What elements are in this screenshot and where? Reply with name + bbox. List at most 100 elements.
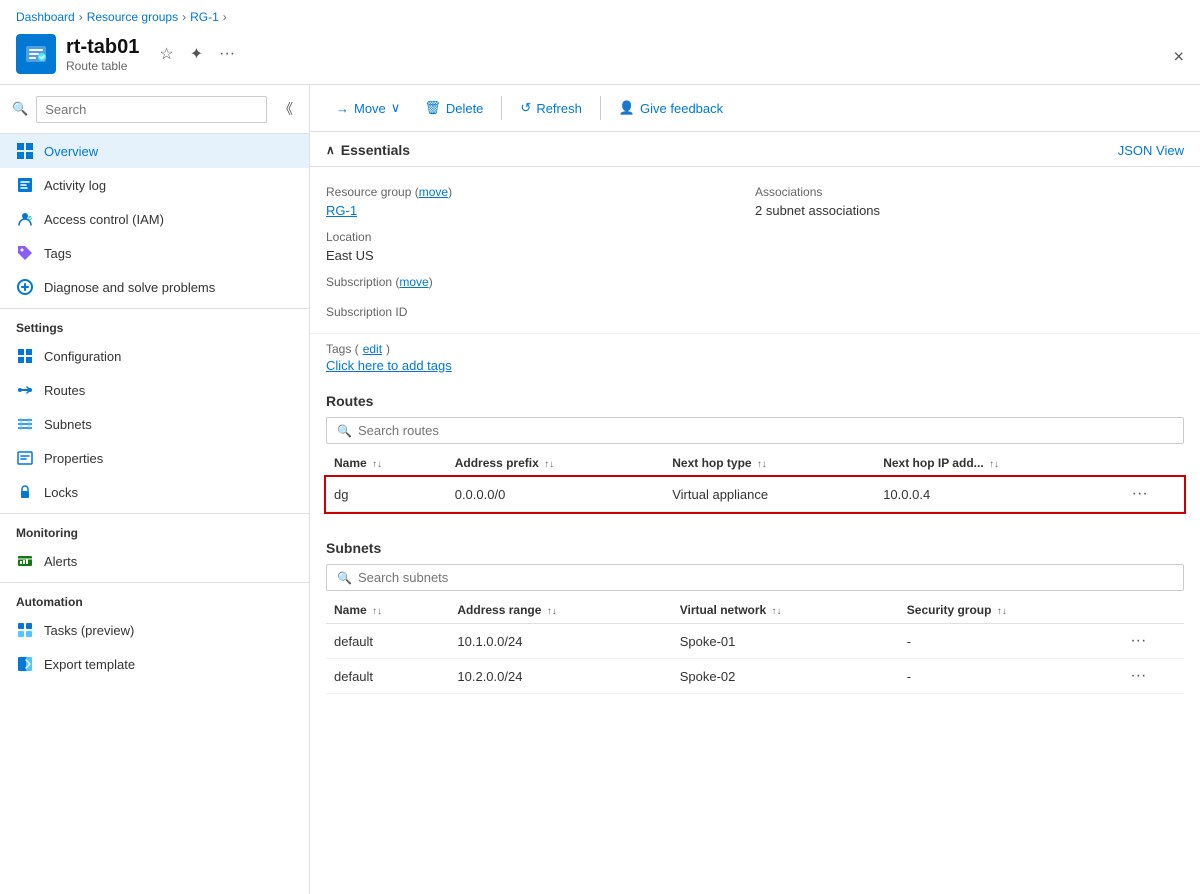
star-icon[interactable]: ✦	[186, 40, 207, 68]
breadcrumb-rg1[interactable]: RG-1	[190, 10, 219, 24]
breadcrumb: Dashboard › Resource groups › RG-1 ›	[0, 0, 1200, 30]
routes-col-name: Name ↑↓	[326, 450, 447, 477]
subnets-range-sort-icon[interactable]: ↑↓	[547, 606, 557, 617]
subnets-vnet-sort-icon[interactable]: ↑↓	[772, 606, 782, 617]
essentials-col-left: Resource group (move) RG-1 Location East…	[326, 177, 755, 323]
subnets-search-bar: 🔍	[326, 564, 1184, 591]
routes-hop-ip-sort-icon[interactable]: ↑↓	[989, 459, 999, 470]
route-more-button[interactable]: ···	[1124, 477, 1184, 512]
table-row[interactable]: default 10.1.0.0/24 Spoke-01 - ···	[326, 624, 1184, 659]
essentials-title: ∧ Essentials	[326, 142, 410, 158]
feedback-button[interactable]: 👤 Give feedback	[609, 95, 733, 121]
move-chevron-icon: ∨	[391, 100, 401, 116]
move-arrow-icon: →	[336, 101, 349, 116]
essentials-chevron-icon[interactable]: ∧	[326, 143, 335, 157]
subnets-search-input[interactable]	[358, 570, 1173, 585]
routes-col-address-prefix: Address prefix ↑↓	[447, 450, 665, 477]
subscription-move-link[interactable]: move	[399, 275, 428, 289]
sidebar-item-subnets[interactable]: Subnets	[0, 407, 309, 441]
header-action-icons: ☆ ✦ ···	[155, 40, 239, 68]
sidebar-item-subnets-label: Subnets	[44, 417, 92, 432]
breadcrumb-resource-groups[interactable]: Resource groups	[87, 10, 178, 24]
refresh-icon: ↺	[520, 100, 531, 116]
collapse-sidebar-button[interactable]: 《	[275, 95, 297, 123]
sidebar-item-tags[interactable]: Tags	[0, 236, 309, 270]
subnet-more-button[interactable]: ···	[1122, 624, 1184, 659]
delete-icon: 🗑	[424, 100, 441, 116]
sidebar-item-configuration[interactable]: Configuration	[0, 339, 309, 373]
favorite-icon[interactable]: ☆	[155, 40, 177, 68]
subnets-icon	[16, 415, 34, 433]
sidebar-item-diagnose-label: Diagnose and solve problems	[44, 280, 215, 295]
subnets-table-header-row: Name ↑↓ Address range ↑↓ Virtual network…	[326, 597, 1184, 624]
subnet-address-range: 10.1.0.0/24	[449, 624, 671, 659]
table-row[interactable]: dg 0.0.0.0/0 Virtual appliance 10.0.0.4 …	[326, 477, 1184, 512]
tags-icon	[16, 244, 34, 262]
subnet-security-group: -	[899, 624, 1123, 659]
sidebar-item-configuration-label: Configuration	[44, 349, 121, 364]
routes-table-header-row: Name ↑↓ Address prefix ↑↓ Next hop type …	[326, 450, 1184, 477]
routes-col-next-hop-ip: Next hop IP add... ↑↓	[875, 450, 1123, 477]
tags-edit-link[interactable]: edit	[363, 342, 382, 356]
essentials-header: ∧ Essentials JSON View	[310, 132, 1200, 167]
sidebar-item-diagnose[interactable]: Diagnose and solve problems	[0, 270, 309, 304]
feedback-icon: 👤	[619, 100, 635, 116]
subnets-col-address-range: Address range ↑↓	[449, 597, 671, 624]
json-view-link[interactable]: JSON View	[1118, 143, 1184, 158]
sidebar-nav-scroll: Overview Activity log Access control (IA…	[0, 134, 309, 894]
routes-table: Name ↑↓ Address prefix ↑↓ Next hop type …	[326, 450, 1184, 512]
toolbar-separator-2	[600, 96, 601, 120]
subnets-col-security-group: Security group ↑↓	[899, 597, 1123, 624]
subnet-more-button[interactable]: ···	[1122, 659, 1184, 694]
routes-hop-type-sort-icon[interactable]: ↑↓	[757, 459, 767, 470]
breadcrumb-sep2: ›	[182, 10, 186, 24]
close-button[interactable]: ×	[1173, 47, 1184, 68]
sidebar-item-tasks[interactable]: Tasks (preview)	[0, 613, 309, 647]
subnet-name: default	[326, 659, 449, 694]
subnet-virtual-network: Spoke-02	[672, 659, 899, 694]
routes-icon	[16, 381, 34, 399]
refresh-button[interactable]: ↺ Refresh	[510, 95, 591, 121]
search-input[interactable]	[36, 96, 267, 123]
sidebar-item-overview-label: Overview	[44, 144, 98, 159]
route-name: dg	[326, 477, 447, 512]
sidebar-item-export[interactable]: Export template	[0, 647, 309, 681]
resource-group-value[interactable]: RG-1	[326, 203, 357, 218]
route-address-prefix: 0.0.0.0/0	[447, 477, 665, 512]
sidebar-item-overview[interactable]: Overview	[0, 134, 309, 168]
delete-button[interactable]: 🗑 Delete	[414, 95, 493, 121]
section-monitoring: Monitoring	[0, 513, 309, 544]
subnets-section-title: Subnets	[326, 540, 1184, 556]
sidebar-item-alerts[interactable]: Alerts	[0, 544, 309, 578]
sidebar-item-activity-log[interactable]: Activity log	[0, 168, 309, 202]
subnet-virtual-network: Spoke-01	[672, 624, 899, 659]
sidebar-item-properties[interactable]: Properties	[0, 441, 309, 475]
tags-label: Tags (edit)	[326, 342, 1184, 356]
configuration-icon	[16, 347, 34, 365]
subnets-section: Subnets 🔍 Name ↑↓ Address range ↑↓ Virtu…	[310, 528, 1200, 710]
sidebar-item-locks[interactable]: Locks	[0, 475, 309, 509]
subnets-name-sort-icon[interactable]: ↑↓	[372, 606, 382, 617]
subscription-label: Subscription (move)	[326, 275, 755, 289]
resource-icon	[16, 34, 56, 74]
overview-icon	[16, 142, 34, 160]
feedback-label: Give feedback	[640, 101, 723, 116]
activity-log-icon	[16, 176, 34, 194]
sidebar-item-routes[interactable]: Routes	[0, 373, 309, 407]
toolbar: → Move ∨ 🗑 Delete ↺ Refresh 👤 Give feedb…	[310, 85, 1200, 132]
breadcrumb-dashboard[interactable]: Dashboard	[16, 10, 75, 24]
subnets-sg-sort-icon[interactable]: ↑↓	[997, 606, 1007, 617]
routes-name-sort-icon[interactable]: ↑↓	[372, 459, 382, 470]
subnets-col-virtual-network: Virtual network ↑↓	[672, 597, 899, 624]
move-button[interactable]: → Move ∨	[326, 95, 410, 121]
routes-search-input[interactable]	[358, 423, 1173, 438]
routes-col-next-hop-type: Next hop type ↑↓	[664, 450, 875, 477]
tags-add-link[interactable]: Click here to add tags	[326, 358, 1184, 373]
resource-title-block: rt-tab01 Route table	[66, 36, 139, 73]
table-row[interactable]: default 10.2.0.0/24 Spoke-02 - ···	[326, 659, 1184, 694]
resource-group-move-link[interactable]: move	[419, 185, 448, 199]
sidebar-item-iam[interactable]: Access control (IAM)	[0, 202, 309, 236]
subnet-security-group: -	[899, 659, 1123, 694]
routes-prefix-sort-icon[interactable]: ↑↓	[544, 459, 554, 470]
more-options-icon[interactable]: ···	[215, 41, 239, 67]
